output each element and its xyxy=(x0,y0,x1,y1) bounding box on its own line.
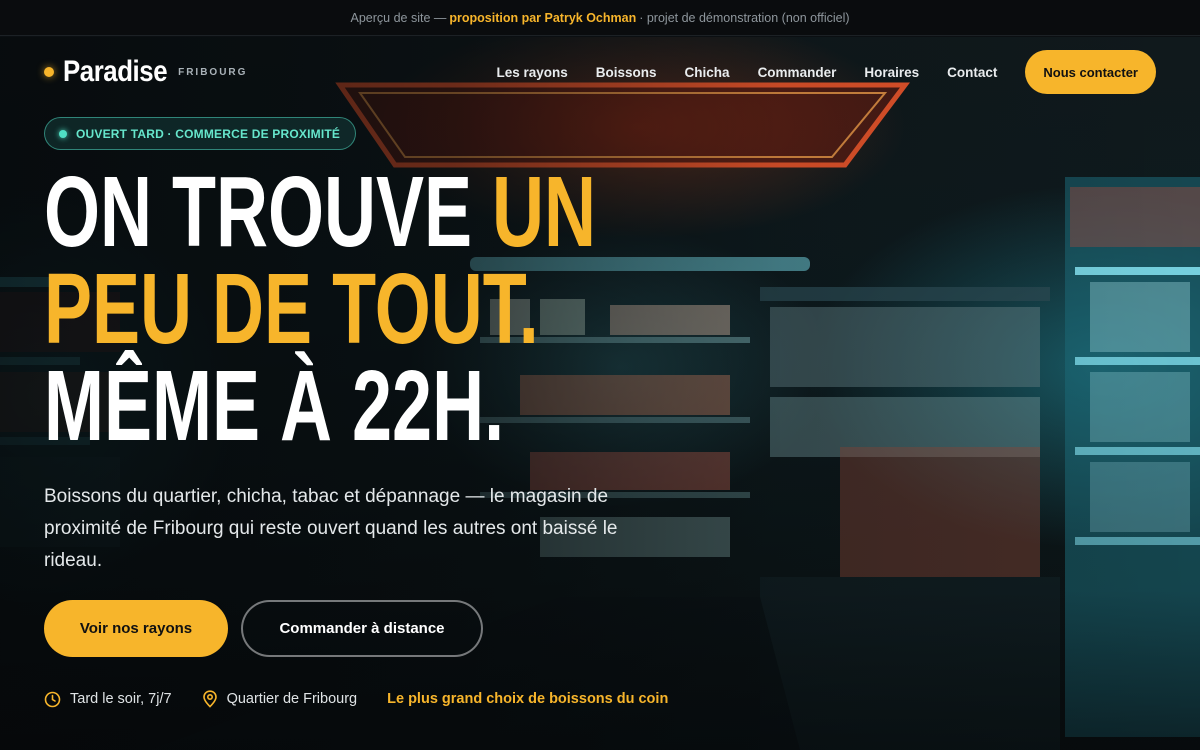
headline-line-3: MÊME À 22H. xyxy=(44,350,505,462)
headline-line-1-accent: UN xyxy=(492,156,597,268)
nav-link-contact[interactable]: Contact xyxy=(947,65,997,80)
headline-line-1-plain: ON TROUVE xyxy=(44,156,493,268)
info-highlight: Le plus grand choix de boissons du coin xyxy=(387,691,669,707)
status-dot-icon xyxy=(59,129,67,138)
info-row: Tard le soir, 7j/7 Quartier de Fribourg … xyxy=(44,688,698,710)
info-hours-text: Tard le soir, 7j/7 xyxy=(70,691,172,707)
brand-dot-icon xyxy=(44,67,54,77)
info-location-text: Quartier de Fribourg xyxy=(226,691,358,707)
open-late-badge: OUVERT TARD · COMMERCE DE PROXIMITÉ xyxy=(44,117,357,150)
hero-headline: ON TROUVE UN PEU DE TOUT. MÊME À 22H. xyxy=(44,162,744,462)
brand-logo[interactable]: Paradise FRIBOURG xyxy=(44,55,247,89)
preview-banner-prefix: Aperçu de site — xyxy=(350,10,447,25)
preview-banner-author: proposition par Patryk Ochman xyxy=(449,10,637,25)
preview-banner: Aperçu de site — proposition par Patryk … xyxy=(0,0,1200,36)
info-location: Quartier de Fribourg xyxy=(202,690,358,708)
nav-link-chicha[interactable]: Chicha xyxy=(685,65,730,80)
badge-label: OUVERT TARD · COMMERCE DE PROXIMITÉ xyxy=(76,126,341,141)
order-remote-button[interactable]: Commander à distance xyxy=(241,600,483,657)
info-hours: Tard le soir, 7j/7 xyxy=(44,691,172,708)
brand-name: Paradise xyxy=(63,55,168,88)
contact-cta-button[interactable]: Nous contacter xyxy=(1025,50,1156,94)
brand-city: FRIBOURG xyxy=(178,66,248,78)
hero-description: Boissons du quartier, chicha, tabac et d… xyxy=(44,486,618,571)
nav-link-rayons[interactable]: Les rayons xyxy=(496,65,567,80)
map-pin-icon xyxy=(202,690,217,708)
nav-link-boissons[interactable]: Boissons xyxy=(596,65,657,80)
view-aisles-button[interactable]: Voir nos rayons xyxy=(44,600,228,657)
nav-links: Les rayons Boissons Chicha Commander Hor… xyxy=(468,50,1156,94)
nav-link-horaires[interactable]: Horaires xyxy=(864,65,919,80)
clock-icon xyxy=(44,691,61,707)
preview-banner-suffix: · projet de démonstration (non officiel) xyxy=(639,10,850,25)
main-nav: Paradise FRIBOURG Les rayons Boissons Ch… xyxy=(44,50,1156,94)
headline-line-1: ON TROUVE UN xyxy=(44,162,596,262)
headline-line-2: PEU DE TOUT. xyxy=(44,253,539,365)
nav-link-commander[interactable]: Commander xyxy=(758,65,837,80)
